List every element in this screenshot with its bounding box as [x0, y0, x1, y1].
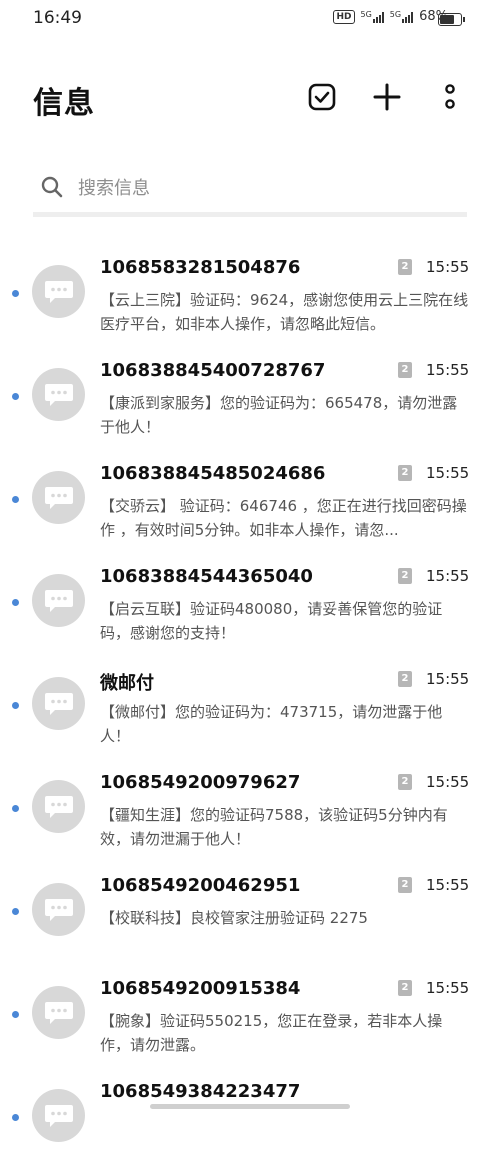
- conversation-item[interactable]: 1068549200915384 2 15:55 【腕象】验证码550215，您…: [0, 966, 500, 1069]
- signal-icon: [372, 11, 384, 23]
- more-vertical-icon: [445, 84, 455, 109]
- search-bar[interactable]: 搜索信息: [33, 160, 467, 217]
- message-bubble-icon: [44, 1001, 73, 1024]
- sender-name: 10683884544365040: [100, 566, 313, 587]
- unread-dot: [12, 702, 19, 709]
- conversation-item[interactable]: 1068549200979627 2 15:55 【疆知生涯】您的验证码7588…: [0, 760, 500, 863]
- message-preview: 【微邮付】您的验证码为：473715，请勿泄露于他人！: [100, 703, 443, 745]
- message-time: 15:55: [426, 361, 470, 379]
- message-time: 15:55: [426, 876, 470, 894]
- message-bubble-icon: [44, 589, 73, 612]
- sender-name: 1068549200915384: [100, 978, 301, 999]
- sim-card-icon: 2: [398, 671, 412, 687]
- more-options-button[interactable]: [433, 80, 467, 114]
- message-time: 15:55: [426, 258, 470, 276]
- message-bubble-icon: [44, 486, 73, 509]
- avatar: [32, 986, 85, 1039]
- avatar: [32, 883, 85, 936]
- sender-name: 微邮付: [100, 673, 154, 694]
- message-bubble-icon: [44, 383, 73, 406]
- sim-card-icon: 2: [398, 568, 412, 584]
- page-title: 信息: [33, 86, 95, 121]
- search-icon: [41, 176, 63, 198]
- battery-icon: [438, 13, 465, 26]
- avatar: [32, 574, 85, 627]
- sender-name: 1068549200462951: [100, 875, 301, 896]
- message-bubble-icon: [44, 898, 73, 921]
- sim-card-icon: 2: [398, 362, 412, 378]
- new-message-button[interactable]: [370, 80, 404, 114]
- sim-card-icon: 2: [398, 259, 412, 275]
- unread-dot: [12, 908, 19, 915]
- sim-card-icon: 2: [398, 774, 412, 790]
- sim1-network-label: 5G: [360, 9, 372, 19]
- unread-dot: [12, 496, 19, 503]
- unread-dot: [12, 1011, 19, 1018]
- signal-icon: [402, 11, 414, 23]
- hd-voice-icon: HD: [333, 9, 355, 24]
- avatar: [32, 780, 85, 833]
- message-time: 15:55: [426, 670, 470, 688]
- message-bubble-icon: [44, 280, 73, 303]
- avatar: [32, 265, 85, 318]
- avatar: [32, 1089, 85, 1142]
- status-icons: HD 5G 5G 68%: [333, 9, 448, 24]
- conversation-item[interactable]: 1068549384223477: [0, 1069, 500, 1172]
- message-bubble-icon: [44, 795, 73, 818]
- sender-name: 106838845400728767: [100, 360, 326, 381]
- sender-name: 1068549200979627: [100, 772, 301, 793]
- avatar: [32, 368, 85, 421]
- message-time: 15:55: [426, 567, 470, 585]
- message-list[interactable]: 1068583281504876 2 15:55 【云上三院】验证码：9624，…: [0, 245, 500, 1172]
- plus-icon: [373, 83, 401, 111]
- sim-card-icon: 2: [398, 980, 412, 996]
- status-bar: 16:49 HD 5G 5G 68%: [0, 0, 500, 40]
- search-input[interactable]: 搜索信息: [78, 174, 150, 200]
- unread-dot: [12, 805, 19, 812]
- message-time: 15:55: [426, 773, 470, 791]
- multi-select-button[interactable]: [305, 80, 339, 114]
- conversation-item[interactable]: 106838845400728767 2 15:55 【康派到家服务】您的验证码…: [0, 348, 500, 451]
- sim2-network-label: 5G: [389, 9, 402, 19]
- sim-card-icon: 2: [398, 465, 412, 481]
- conversation-item[interactable]: 1068583281504876 2 15:55 【云上三院】验证码：9624，…: [0, 245, 500, 348]
- sender-name: 106838845485024686: [100, 463, 326, 484]
- unread-dot: [12, 1114, 19, 1121]
- message-preview: 【疆知生涯】您的验证码7588，该验证码5分钟内有效，请勿泄漏于他人！: [100, 806, 448, 848]
- status-time: 16:49: [33, 8, 82, 28]
- conversation-item[interactable]: 1068549200462951 2 15:55 【校联科技】良校管家注册验证码…: [0, 863, 500, 966]
- conversation-item[interactable]: 微邮付 2 15:55 【微邮付】您的验证码为：473715，请勿泄露于他人！: [0, 657, 500, 760]
- message-preview: 【腕象】验证码550215，您正在登录，若非本人操作，请勿泄露。: [100, 1012, 443, 1054]
- conversation-item[interactable]: 106838845485024686 2 15:55 【交骄云】 验证码：646…: [0, 451, 500, 554]
- home-indicator[interactable]: [150, 1104, 350, 1109]
- message-time: 15:55: [426, 979, 470, 997]
- message-preview: 【启云互联】验证码480080，请妥善保管您的验证码，感谢您的支持！: [100, 600, 443, 642]
- unread-dot: [12, 393, 19, 400]
- message-preview: 【康派到家服务】您的验证码为：665478，请勿泄露于他人！: [100, 394, 458, 436]
- message-preview: 【云上三院】验证码：9624，感谢您使用云上三院在线医疗平台，如非本人操作，请忽…: [100, 291, 469, 333]
- message-preview: 【校联科技】良校管家注册验证码 2275: [100, 909, 368, 927]
- sim-card-icon: 2: [398, 877, 412, 893]
- unread-dot: [12, 599, 19, 606]
- avatar: [32, 677, 85, 730]
- message-preview: 【交骄云】 验证码：646746 ，您正在进行找回密码操作 ，有效时间5分钟。如…: [100, 497, 467, 539]
- conversation-item[interactable]: 10683884544365040 2 15:55 【启云互联】验证码48008…: [0, 554, 500, 657]
- sender-name: 1068583281504876: [100, 257, 301, 278]
- avatar: [32, 471, 85, 524]
- message-time: 15:55: [426, 464, 470, 482]
- unread-dot: [12, 290, 19, 297]
- message-bubble-icon: [44, 692, 73, 715]
- checkbox-icon: [308, 83, 336, 111]
- message-bubble-icon: [44, 1104, 73, 1127]
- sender-name: 1068549384223477: [100, 1081, 301, 1102]
